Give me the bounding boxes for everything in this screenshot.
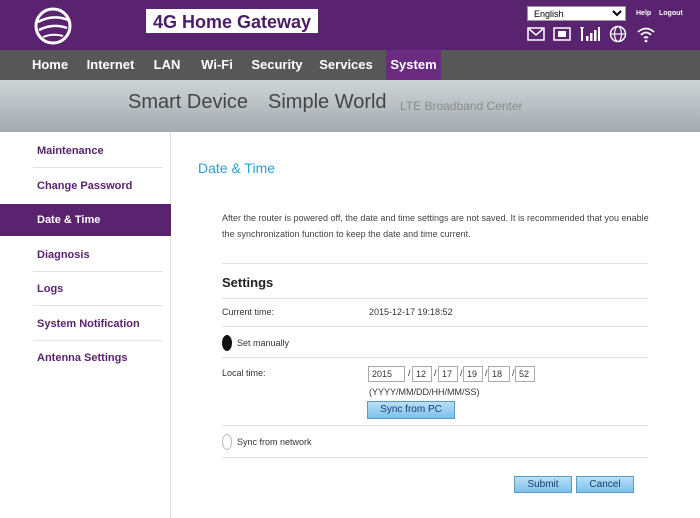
day-input[interactable]	[438, 366, 458, 382]
banner: Smart Device Simple World LTE Broadband …	[0, 80, 700, 132]
set-manually-label: Set manually	[237, 338, 290, 348]
nav-internet[interactable]: Internet	[83, 50, 138, 80]
page-title: Date & Time	[198, 160, 276, 176]
set-manually-radio[interactable]	[222, 335, 232, 351]
minute-input[interactable]	[488, 366, 510, 382]
sidebar-divider	[33, 167, 163, 168]
wifi-icon[interactable]	[636, 25, 656, 43]
divider	[222, 298, 648, 299]
year-input[interactable]	[368, 366, 405, 382]
divider	[222, 425, 648, 426]
current-time-value: 2015-12-17 19:18:52	[369, 307, 453, 317]
banner-slogan-1: Smart Device	[128, 91, 249, 113]
divider	[222, 326, 648, 327]
sidebar-divider	[33, 305, 163, 306]
globe-icon[interactable]	[608, 25, 628, 43]
sim-icon[interactable]	[552, 25, 572, 43]
nav-wifi[interactable]: Wi-Fi	[196, 50, 238, 80]
app-title: 4G Home Gateway	[146, 9, 318, 33]
date-separator: /	[408, 368, 411, 378]
main-nav: Home Internet LAN Wi-Fi Security Service…	[0, 50, 700, 80]
mail-icon[interactable]	[526, 25, 546, 43]
sidebar-item-system-notification[interactable]: System Notification	[0, 308, 171, 340]
date-separator: /	[434, 368, 437, 378]
sync-network-radio[interactable]	[222, 434, 232, 450]
sidebar-item-date-time[interactable]: Date & Time	[0, 204, 171, 236]
format-hint: (YYYY/MM/DD/HH/MM/SS)	[369, 387, 480, 397]
logout-link[interactable]: Logout	[659, 10, 683, 17]
sidebar-item-antenna-settings[interactable]: Antenna Settings	[0, 342, 171, 374]
local-time-label: Local time:	[222, 368, 266, 378]
nav-home[interactable]: Home	[27, 50, 73, 80]
sync-from-pc-button[interactable]: Sync from PC	[367, 401, 455, 419]
sidebar-divider	[33, 271, 163, 272]
sync-network-label: Sync from network	[237, 437, 312, 447]
sidebar-item-diagnosis[interactable]: Diagnosis	[0, 239, 171, 271]
divider	[222, 263, 648, 264]
banner-slogan-3: LTE Broadband Center	[400, 99, 523, 113]
divider	[222, 457, 648, 458]
sidebar-item-logs[interactable]: Logs	[0, 273, 171, 305]
sidebar-divider	[33, 340, 163, 341]
hour-input[interactable]	[463, 366, 483, 382]
sidebar-item-change-password[interactable]: Change Password	[0, 170, 171, 202]
signal-icon[interactable]	[580, 25, 600, 43]
nav-system[interactable]: System	[386, 50, 441, 80]
language-select[interactable]: English	[527, 6, 626, 21]
nav-security[interactable]: Security	[248, 50, 306, 80]
sidebar-item-maintenance[interactable]: Maintenance	[0, 135, 171, 167]
settings-heading: Settings	[222, 275, 274, 290]
sidebar: Maintenance Change Password Date & Time …	[0, 133, 171, 518]
divider	[222, 357, 648, 358]
cancel-button[interactable]: Cancel	[576, 476, 634, 493]
logo-icon	[34, 7, 72, 45]
submit-button[interactable]: Submit	[514, 476, 572, 493]
help-link[interactable]: Help	[636, 10, 651, 17]
current-time-label: Current time:	[222, 307, 275, 317]
nav-services[interactable]: Services	[316, 50, 376, 80]
header-bar: 4G Home Gateway English Help Logout	[0, 0, 700, 50]
second-input[interactable]	[515, 366, 535, 382]
month-input[interactable]	[412, 366, 432, 382]
banner-slogan-2: Simple World	[268, 91, 387, 113]
nav-lan[interactable]: LAN	[148, 50, 186, 80]
description-text: After the router is powered off, the dat…	[222, 213, 649, 239]
